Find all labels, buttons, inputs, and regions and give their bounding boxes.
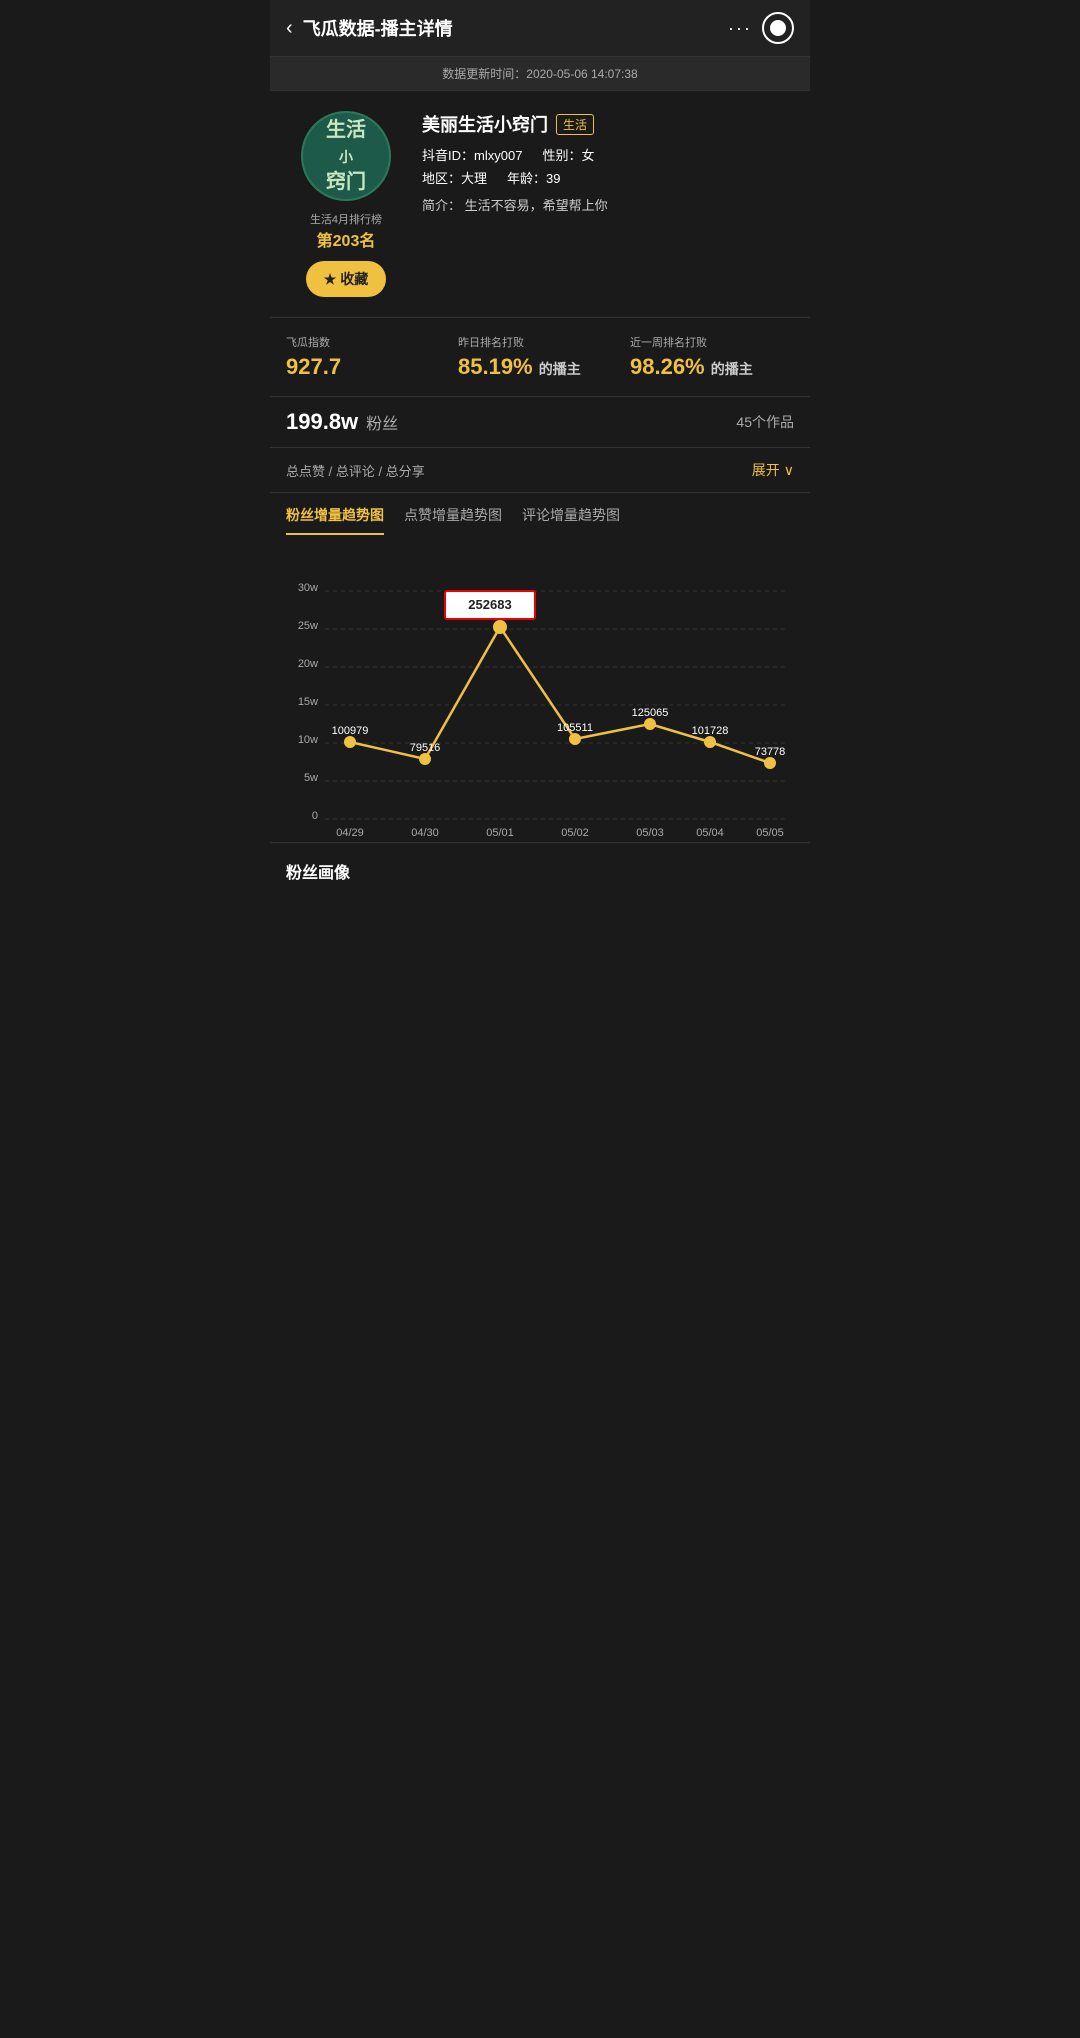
back-button[interactable]: ‹ bbox=[286, 17, 293, 40]
age-label: 年龄：39 bbox=[507, 168, 560, 187]
svg-text:125065: 125065 bbox=[632, 707, 669, 719]
profile-right: 美丽生活小窍门 生活 抖音ID：mlxy007 性别：女 地区：大理 年龄：39… bbox=[422, 111, 794, 297]
yesterday-label: 昨日排名打败 bbox=[458, 334, 622, 350]
svg-text:04/30: 04/30 bbox=[411, 827, 439, 839]
feigua-label: 飞瓜指数 bbox=[286, 334, 450, 350]
douyin-id-value: mlxy007 bbox=[474, 148, 522, 163]
stats-grid: 飞瓜指数 927.7 昨日排名打败 85.19% 的播主 近一周排名打败 98.… bbox=[286, 334, 794, 380]
svg-text:05/03: 05/03 bbox=[636, 827, 664, 839]
tab-likes-trend[interactable]: 点赞增量趋势图 bbox=[404, 505, 502, 535]
week-label: 近一周排名打败 bbox=[630, 334, 794, 350]
gender-label: 性别：女 bbox=[542, 145, 594, 164]
svg-text:20w: 20w bbox=[298, 658, 318, 670]
record-button[interactable] bbox=[762, 12, 794, 44]
douyin-id-label: 抖音ID：mlxy007 bbox=[422, 145, 522, 164]
tab-comments-trend[interactable]: 评论增量趋势图 bbox=[522, 505, 620, 535]
header-right: ··· bbox=[728, 12, 794, 44]
more-options-button[interactable]: ··· bbox=[728, 18, 752, 39]
profile-name-row: 美丽生活小窍门 生活 bbox=[422, 111, 794, 137]
avatar-text: 生活小窍门 bbox=[326, 117, 366, 195]
region-label: 地区：大理 bbox=[422, 168, 487, 187]
collect-label: 收藏 bbox=[340, 269, 368, 289]
chart-tabs: 粉丝增量趋势图 点赞增量趋势图 评论增量趋势图 bbox=[270, 493, 810, 535]
yesterday-value: 85.19% 的播主 bbox=[458, 354, 622, 380]
update-time-bar: 数据更新时间：2020-05-06 14:07:38 bbox=[270, 57, 810, 91]
fans-portrait-section: 粉丝画像 bbox=[270, 842, 810, 899]
app-header: ‹ 飞瓜数据-播主详情 ··· bbox=[270, 0, 810, 57]
svg-text:04/29: 04/29 bbox=[336, 827, 364, 839]
svg-text:100979: 100979 bbox=[332, 725, 369, 737]
bio-label: 简介： bbox=[422, 198, 461, 213]
stats-section: 飞瓜指数 927.7 昨日排名打败 85.19% 的播主 近一周排名打败 98.… bbox=[270, 318, 810, 397]
svg-text:05/02: 05/02 bbox=[561, 827, 589, 839]
tab-fans-trend[interactable]: 粉丝增量趋势图 bbox=[286, 505, 384, 535]
update-time-text: 数据更新时间：2020-05-06 14:07:38 bbox=[442, 67, 637, 81]
fans-count-block: 199.8w 粉丝 bbox=[286, 409, 398, 435]
svg-text:5w: 5w bbox=[304, 772, 318, 784]
feigua-value: 927.7 bbox=[286, 354, 450, 380]
week-stat: 近一周排名打败 98.26% 的播主 bbox=[630, 334, 794, 380]
feigua-index-stat: 飞瓜指数 927.7 bbox=[286, 334, 450, 380]
bio-text: 生活不容易，希望帮上你 bbox=[465, 198, 608, 213]
avatar: 生活小窍门 bbox=[301, 111, 391, 201]
svg-text:252683: 252683 bbox=[468, 597, 511, 612]
star-icon: ★ bbox=[324, 271, 337, 288]
gender-value: 女 bbox=[581, 148, 594, 163]
yesterday-stat: 昨日排名打败 85.19% 的播主 bbox=[458, 334, 622, 380]
expand-label: 总点赞 / 总评论 / 总分享 bbox=[286, 461, 425, 480]
age-value: 39 bbox=[546, 171, 560, 186]
fans-portrait-title: 粉丝画像 bbox=[286, 865, 350, 882]
chevron-down-icon: ∨ bbox=[784, 462, 794, 479]
expand-button[interactable]: 展开 ∨ bbox=[752, 460, 794, 480]
svg-text:05/04: 05/04 bbox=[696, 827, 724, 839]
profile-bio: 简介： 生活不容易，希望帮上你 bbox=[422, 195, 794, 214]
header-left: ‹ 飞瓜数据-播主详情 bbox=[286, 15, 453, 41]
douyin-id-row: 抖音ID：mlxy007 性别：女 bbox=[422, 145, 794, 164]
region-value: 大理 bbox=[461, 171, 487, 186]
profile-section: 生活小窍门 生活4月排行榜 第203名 ★ 收藏 美丽生活小窍门 生活 抖音ID… bbox=[270, 91, 810, 318]
fans-unit: 粉丝 bbox=[366, 416, 398, 433]
svg-text:105511: 105511 bbox=[557, 722, 593, 734]
svg-text:30w: 30w bbox=[298, 582, 318, 594]
svg-text:10w: 10w bbox=[298, 734, 318, 746]
rank-label: 生活4月排行榜 bbox=[310, 211, 382, 227]
svg-text:73778: 73778 bbox=[755, 746, 786, 758]
works-count: 45个作品 bbox=[736, 412, 794, 432]
week-value: 98.26% 的播主 bbox=[630, 354, 794, 380]
chart-container: 0 5w 10w 15w 20w 25w 30w 04/29 04/30 05/… bbox=[270, 535, 810, 842]
svg-text:15w: 15w bbox=[298, 696, 318, 708]
fans-trend-chart: 0 5w 10w 15w 20w 25w 30w 04/29 04/30 05/… bbox=[278, 551, 802, 831]
header-title: 飞瓜数据-播主详情 bbox=[303, 15, 453, 41]
fans-count: 199.8w bbox=[286, 409, 358, 434]
fans-works-row: 199.8w 粉丝 45个作品 bbox=[270, 397, 810, 448]
expand-text: 展开 bbox=[752, 460, 780, 480]
record-icon bbox=[770, 20, 786, 36]
svg-text:25w: 25w bbox=[298, 620, 318, 632]
svg-text:79516: 79516 bbox=[410, 742, 441, 754]
svg-text:101728: 101728 bbox=[692, 725, 729, 737]
category-tag: 生活 bbox=[556, 114, 594, 135]
expand-row: 总点赞 / 总评论 / 总分享 展开 ∨ bbox=[270, 448, 810, 493]
svg-text:05/01: 05/01 bbox=[486, 827, 514, 839]
profile-name: 美丽生活小窍门 bbox=[422, 111, 548, 137]
profile-left: 生活小窍门 生活4月排行榜 第203名 ★ 收藏 bbox=[286, 111, 406, 297]
collect-button[interactable]: ★ 收藏 bbox=[306, 261, 387, 297]
rank-value: 第203名 bbox=[317, 227, 376, 251]
svg-text:05/05: 05/05 bbox=[756, 827, 784, 839]
region-row: 地区：大理 年龄：39 bbox=[422, 168, 794, 187]
svg-text:0: 0 bbox=[312, 810, 318, 822]
